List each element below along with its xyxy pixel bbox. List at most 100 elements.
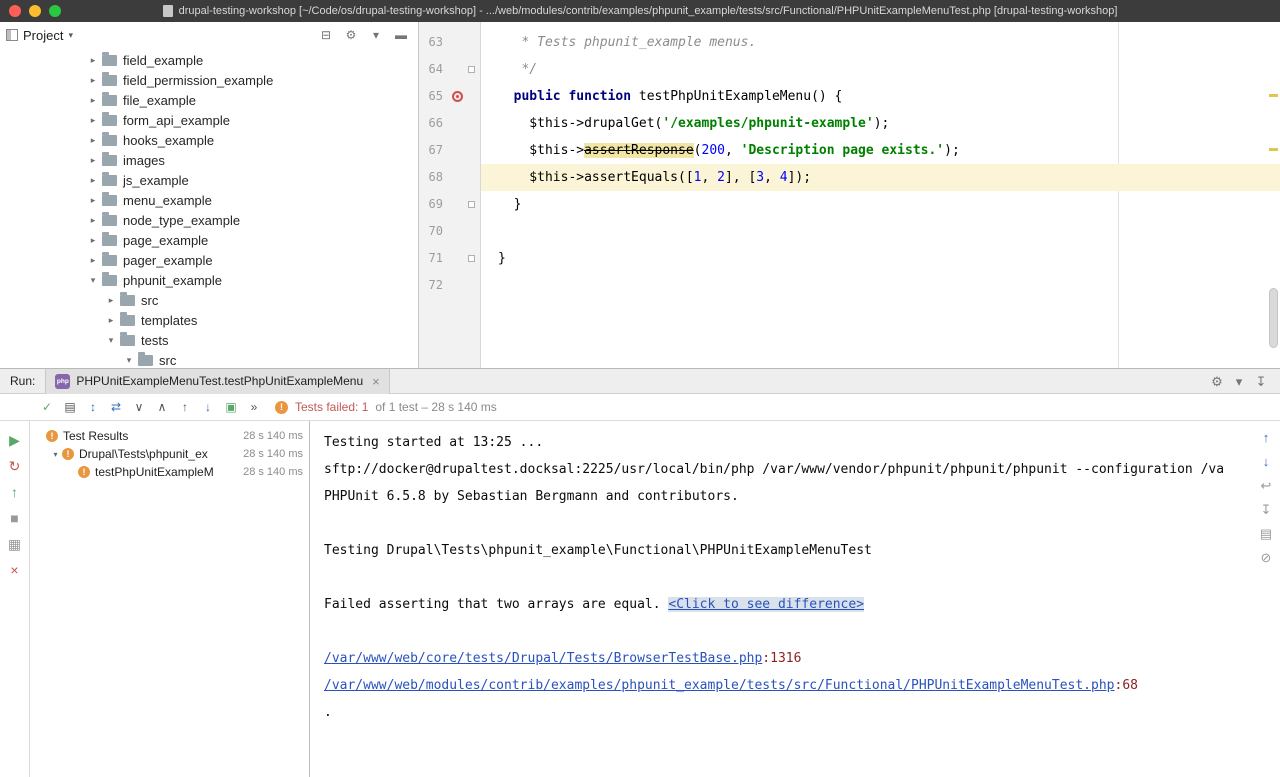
code-line-63[interactable]: 63 * Tests phpunit_example menus. (419, 29, 1280, 56)
code-line-71[interactable]: 71} (419, 245, 1280, 272)
chevron-right-icon[interactable]: ▸ (86, 135, 100, 146)
more-actions-chevron[interactable]: » (247, 401, 261, 413)
editor-scrollbar[interactable] (1269, 288, 1278, 348)
print-button[interactable]: ▤ (1259, 527, 1273, 540)
view-difference-link[interactable]: <Click to see difference> (668, 597, 864, 612)
code-line-69[interactable]: 69 } (419, 191, 1280, 218)
test-tree-item[interactable]: !testPhpUnitExampleM28 s 140 ms (30, 463, 309, 481)
chevron-right-icon[interactable]: ▸ (86, 175, 100, 186)
tree-item-form_api_example[interactable]: ▸form_api_example (0, 110, 418, 130)
tree-item-field_permission_example[interactable]: ▸field_permission_example (0, 70, 418, 90)
sort-by-duration-button[interactable]: ↕ (86, 401, 100, 413)
restore-layout-button[interactable]: ▦ (8, 537, 22, 551)
collapse-all-button[interactable]: ⊟ (319, 29, 333, 41)
warning-stripe-mark[interactable] (1269, 148, 1278, 151)
tree-item-field_example[interactable]: ▸field_example (0, 50, 418, 70)
fold-marker-icon[interactable] (468, 66, 475, 73)
show-test-output-button[interactable]: ▤ (63, 401, 77, 413)
tree-item-src[interactable]: ▸src (0, 290, 418, 310)
sort-alphabetically-button[interactable]: ⇄ (109, 401, 123, 413)
test-results-tree[interactable]: !Test Results28 s 140 ms▾!Drupal\Tests\p… (30, 421, 310, 777)
chevron-down-icon[interactable]: ▾ (369, 29, 383, 41)
chevron-right-icon[interactable]: ▸ (104, 295, 118, 306)
gear-icon[interactable]: ⚙ (1210, 375, 1224, 388)
gutter-icon-cell (443, 110, 481, 137)
tree-item-phpunit_example[interactable]: ▾phpunit_example (0, 270, 418, 290)
tree-item-images[interactable]: ▸images (0, 150, 418, 170)
next-occurrence-button[interactable]: ↓ (1259, 455, 1273, 468)
minimize-window-button[interactable] (29, 5, 41, 17)
run-tab[interactable]: php PHPUnitExampleMenuTest.testPhpUnitEx… (45, 369, 389, 394)
prev-occurrence-button[interactable]: ↑ (1259, 431, 1273, 444)
tree-item-templates[interactable]: ▸templates (0, 310, 418, 330)
chevron-down-icon[interactable]: ▾ (50, 450, 61, 459)
chevron-right-icon[interactable]: ▸ (86, 215, 100, 226)
tree-item-js_example[interactable]: ▸js_example (0, 170, 418, 190)
close-button[interactable]: × (8, 563, 22, 577)
chevron-right-icon[interactable]: ▸ (104, 315, 118, 326)
chevron-right-icon[interactable]: ▸ (86, 115, 100, 126)
soft-wrap-button[interactable]: ↩ (1259, 479, 1273, 492)
code-line-64[interactable]: 64 */ (419, 56, 1280, 83)
file-link[interactable]: /var/www/web/modules/contrib/examples/ph… (324, 678, 1115, 693)
breakpoint-icon[interactable] (452, 91, 463, 102)
scroll-to-end-button[interactable]: ↧ (1259, 503, 1273, 516)
chevron-right-icon[interactable]: ▸ (86, 95, 100, 106)
code-editor[interactable]: 63 * Tests phpunit_example menus.64 */65… (419, 22, 1280, 368)
import-test-results-button[interactable]: ▣ (224, 401, 238, 413)
rerun-failed-tests-button[interactable]: ↻ (8, 459, 22, 473)
zoom-window-button[interactable] (49, 5, 61, 17)
code-line-67[interactable]: 67 $this->assertResponse(200, 'Descripti… (419, 137, 1280, 164)
fold-marker-icon[interactable] (468, 255, 475, 262)
tree-item-menu_example[interactable]: ▸menu_example (0, 190, 418, 210)
code-line-68[interactable]: 68 $this->assertEquals([1, 2], [3, 4]); (419, 164, 1280, 191)
code-line-65[interactable]: 65 public function testPhpUnitExampleMen… (419, 83, 1280, 110)
chevron-down-icon[interactable]: ▾ (86, 275, 100, 286)
chevron-right-icon[interactable]: ▸ (86, 75, 100, 86)
code-line-70[interactable]: 70 (419, 218, 1280, 245)
line-number: 64 (421, 56, 443, 83)
folder-icon (102, 75, 117, 86)
hide-panel-button[interactable]: ↧ (1254, 375, 1268, 388)
console-output[interactable]: Testing started at 13:25 ...sftp://docke… (310, 421, 1280, 777)
code-line-66[interactable]: 66 $this->drupalGet('/examples/phpunit-e… (419, 110, 1280, 137)
warning-stripe-mark[interactable] (1269, 94, 1278, 97)
toggle-auto-test-button[interactable]: ↑ (8, 485, 22, 499)
tree-item-page_example[interactable]: ▸page_example (0, 230, 418, 250)
tree-item-hooks_example[interactable]: ▸hooks_example (0, 130, 418, 150)
tree-item-pager_example[interactable]: ▸pager_example (0, 250, 418, 270)
tree-item-tests[interactable]: ▾tests (0, 330, 418, 350)
chevron-right-icon[interactable]: ▸ (86, 255, 100, 266)
stop-button[interactable]: ■ (8, 511, 22, 525)
fold-marker-icon[interactable] (468, 201, 475, 208)
project-panel-title[interactable]: Project (23, 28, 63, 43)
code-line-72[interactable]: 72 (419, 272, 1280, 299)
test-tree-item[interactable]: ▾!Drupal\Tests\phpunit_ex28 s 140 ms (30, 445, 309, 463)
chevron-right-icon[interactable]: ▸ (86, 195, 100, 206)
chevron-right-icon[interactable]: ▸ (86, 55, 100, 66)
clear-all-button[interactable]: ⊘ (1259, 551, 1273, 564)
chevron-down-icon[interactable]: ▾ (104, 335, 118, 346)
show-passed-button[interactable]: ✓ (40, 401, 54, 413)
chevron-down-icon[interactable]: ▾ (68, 30, 73, 41)
collapse-all-button[interactable]: ∧ (155, 401, 169, 413)
project-tree[interactable]: ▸field_example▸field_permission_example▸… (0, 48, 418, 368)
chevron-down-icon[interactable]: ▾ (1232, 375, 1246, 388)
hide-panel-button[interactable]: ▬ (394, 29, 408, 41)
expand-all-button[interactable]: ∨ (132, 401, 146, 413)
chevron-right-icon[interactable]: ▸ (86, 235, 100, 246)
tree-item-file_example[interactable]: ▸file_example (0, 90, 418, 110)
chevron-right-icon[interactable]: ▸ (86, 155, 100, 166)
rerun-tests-button[interactable]: ▶ (8, 433, 22, 447)
chevron-down-icon[interactable]: ▾ (122, 355, 136, 366)
gear-icon[interactable]: ⚙ (344, 29, 358, 41)
previous-failed-test-button[interactable]: ↑ (178, 401, 192, 413)
tree-item-label: src (159, 353, 176, 368)
tree-item-node_type_example[interactable]: ▸node_type_example (0, 210, 418, 230)
file-link[interactable]: /var/www/web/core/tests/Drupal/Tests/Bro… (324, 651, 762, 666)
next-failed-test-button[interactable]: ↓ (201, 401, 215, 413)
close-window-button[interactable] (9, 5, 21, 17)
close-tab-icon[interactable]: × (372, 374, 380, 389)
test-tree-item[interactable]: !Test Results28 s 140 ms (30, 427, 309, 445)
tree-item-src[interactable]: ▾ src (0, 350, 418, 368)
